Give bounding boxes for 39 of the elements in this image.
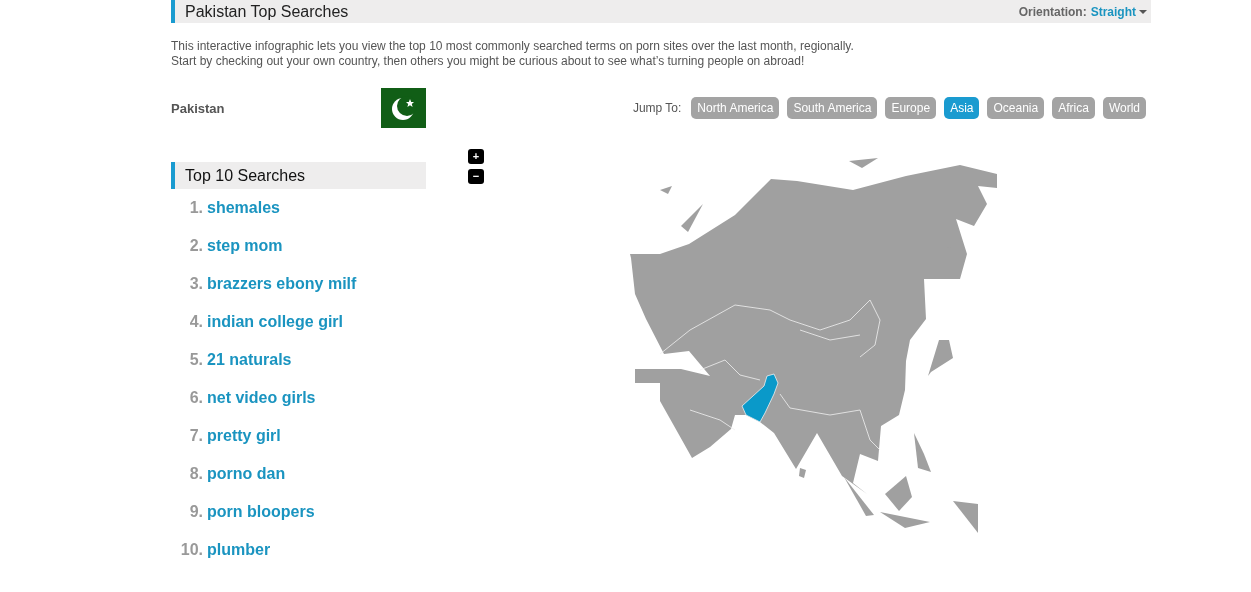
rank-number: 10. bbox=[179, 541, 203, 559]
flag-icon bbox=[381, 88, 426, 128]
intro-text: This interactive infographic lets you view the top 10 most commonly searched terms on porn sites over the last month, regionally. bbox=[171, 39, 855, 54]
region-button[interactable]: World bbox=[1102, 97, 1146, 119]
rank-number: 5. bbox=[188, 351, 203, 369]
search-term-link[interactable]: 21 naturals bbox=[207, 351, 292, 369]
rank-number: 1. bbox=[188, 199, 203, 217]
country-name: Pakistan bbox=[171, 100, 225, 116]
rank-number: 4. bbox=[188, 313, 203, 331]
intro-text: Start by checking out your own country, then others you might be curious about to see what’s turning people on abroad! bbox=[171, 54, 806, 69]
region-button[interactable]: Africa bbox=[1052, 97, 1095, 119]
search-term-link[interactable]: plumber bbox=[207, 541, 271, 559]
search-term-link[interactable]: shemales bbox=[207, 199, 280, 217]
zoom-out-button[interactable]: − bbox=[468, 169, 484, 184]
region-button[interactable]: Oceania bbox=[987, 97, 1045, 119]
search-term-link[interactable]: brazzers ebony milf bbox=[207, 275, 357, 293]
rank-number: 7. bbox=[188, 427, 203, 445]
zoom-in-button[interactable]: + bbox=[468, 149, 484, 164]
rank-number: 2. bbox=[188, 237, 203, 255]
jump-to-label: Jump To: bbox=[632, 101, 682, 115]
region-button[interactable]: South America bbox=[787, 97, 878, 119]
search-term-link[interactable]: porno dan bbox=[207, 465, 286, 483]
rank-number: 9. bbox=[188, 503, 203, 521]
search-term-link[interactable]: indian college girl bbox=[207, 313, 344, 331]
region-button[interactable]: Europe bbox=[885, 97, 937, 119]
page-title: Pakistan Top Searches bbox=[185, 2, 349, 21]
orientation-label: Orientation: bbox=[1018, 4, 1087, 19]
region-button[interactable]: North America bbox=[691, 97, 780, 119]
rank-number: 6. bbox=[188, 389, 203, 407]
search-term-link[interactable]: porn bloopers bbox=[207, 503, 315, 521]
search-term-link[interactable]: pretty girl bbox=[207, 427, 281, 445]
search-term-link[interactable]: net video girls bbox=[207, 389, 316, 407]
rank-number: 3. bbox=[188, 275, 203, 293]
region-button[interactable]: Asia bbox=[944, 97, 980, 119]
orientation-dropdown[interactable]: Straight bbox=[1090, 4, 1147, 19]
rank-number: 8. bbox=[188, 465, 203, 483]
search-term-link[interactable]: step mom bbox=[207, 237, 283, 255]
caret-icon bbox=[1139, 9, 1147, 14]
section-header: Top 10 Searches bbox=[171, 162, 426, 189]
